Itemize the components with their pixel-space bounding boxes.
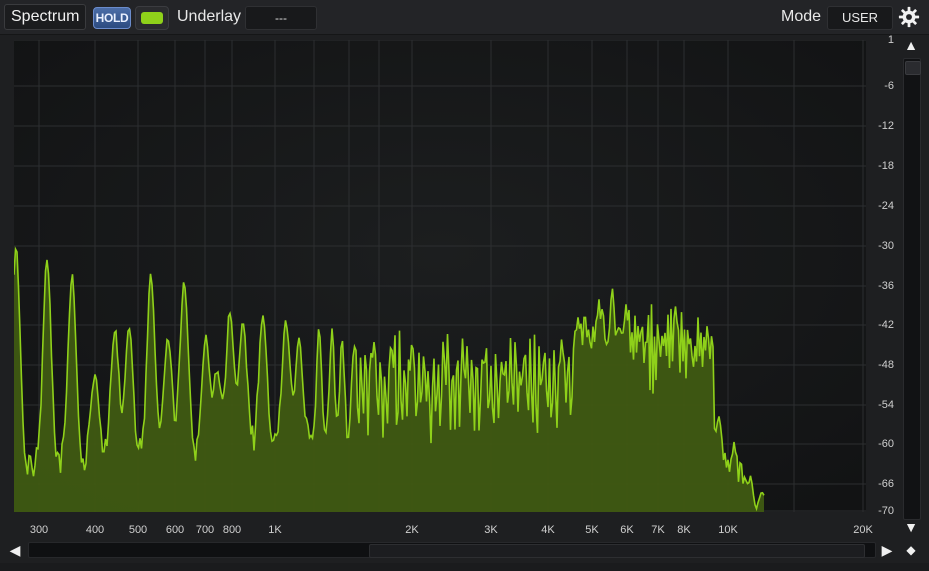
mode-select[interactable]: USER (827, 6, 893, 30)
spectrum-canvas (14, 40, 866, 512)
y-tick-label: -54 (878, 399, 894, 411)
x-tick-label: 700 (195, 524, 215, 536)
x-tick-label: 8K (677, 524, 691, 536)
diamond-icon[interactable]: ◆ (905, 544, 917, 556)
x-tick-label: 7K (651, 524, 665, 536)
toolbar: Spectrum HOLD Underlay --- Mode USER (0, 0, 929, 35)
x-axis: 300 400 500 600 700 800 1K 2K 3K 4K 5K 6K 7K 8K 10K 20K (14, 520, 873, 540)
x-tick-label: 400 (85, 524, 105, 536)
y-tick-label: -70 (878, 505, 894, 517)
y-tick-label: -36 (878, 280, 894, 292)
x-tick-label: 1K (268, 524, 282, 536)
x-tick-label: 6K (620, 524, 634, 536)
color-swatch (141, 12, 163, 24)
triangle-left-icon[interactable]: ◀ (6, 541, 24, 559)
y-axis: 1 -6 -12 -18 -24 -30 -36 -42 -48 -54 -60 -66 -70 (866, 30, 896, 520)
vertical-scroll-track[interactable] (903, 58, 921, 520)
bottom-edge (0, 563, 929, 571)
vertical-scroll-thumb[interactable] (905, 61, 921, 75)
x-tick-label: 2K (405, 524, 419, 536)
x-tick-label: 800 (222, 524, 242, 536)
x-tick-label: 300 (29, 524, 49, 536)
triangle-right-icon[interactable]: ▶ (878, 541, 896, 559)
x-tick-label: 4K (541, 524, 555, 536)
color-button[interactable] (135, 6, 169, 30)
x-tick-label: 500 (128, 524, 148, 536)
y-tick-label: -18 (878, 160, 894, 172)
y-tick-label: -60 (878, 438, 894, 450)
x-tick-label: 600 (165, 524, 185, 536)
horizontal-scroll-track[interactable] (28, 542, 876, 558)
y-tick-label: -48 (878, 359, 894, 371)
mode-label: Mode (781, 8, 822, 25)
x-tick-label: 5K (585, 524, 599, 536)
panel-title: Spectrum (4, 4, 87, 30)
underlay-label: Underlay (177, 8, 242, 25)
y-tick-label: -66 (878, 478, 894, 490)
y-tick-label: -30 (878, 240, 894, 252)
vertical-scrollbar[interactable]: ▲ ▼ (900, 36, 922, 540)
gear-icon[interactable] (898, 6, 920, 28)
horizontal-scroll-thumb[interactable] (369, 544, 865, 558)
x-tick-label: 20K (853, 524, 873, 536)
y-tick-label: -24 (878, 200, 894, 212)
horizontal-scrollbar[interactable]: ◀ ▶ (0, 540, 929, 560)
underlay-select[interactable]: --- (245, 6, 317, 30)
spectrum-plot[interactable] (14, 40, 866, 512)
triangle-up-icon[interactable]: ▲ (902, 36, 920, 54)
x-tick-label: 10K (718, 524, 738, 536)
hold-button[interactable]: HOLD (93, 7, 131, 29)
y-tick-label: 1 (887, 34, 894, 46)
x-tick-label: 3K (484, 524, 498, 536)
y-tick-label: -6 (884, 80, 894, 92)
triangle-down-icon[interactable]: ▼ (902, 518, 920, 536)
y-tick-label: -12 (878, 120, 894, 132)
y-tick-label: -42 (878, 319, 894, 331)
